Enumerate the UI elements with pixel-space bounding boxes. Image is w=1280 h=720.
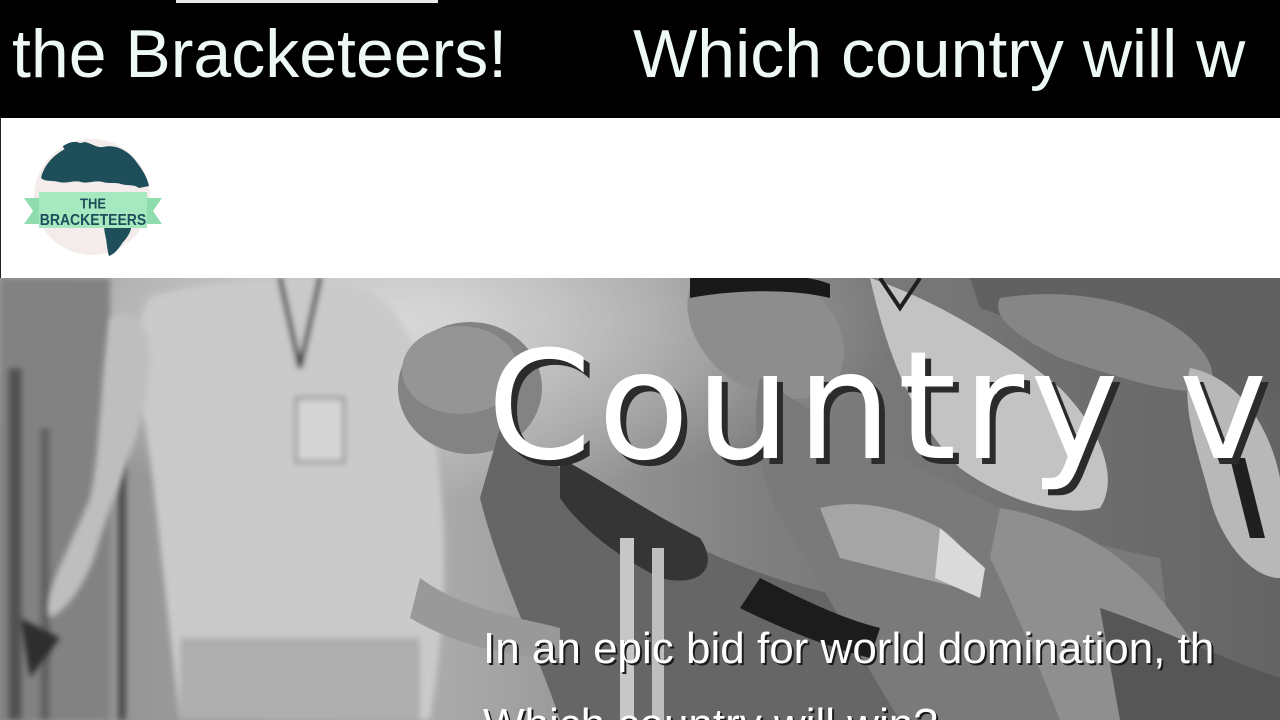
bracketeers-logo[interactable]: THE BRACKETEERS — [23, 138, 163, 258]
announcement-ticker: the Bracketeers! Which country will w — [0, 0, 1280, 118]
ticker-highlight-bar — [176, 0, 438, 3]
ticker-track: the Bracketeers! Which country will w — [12, 14, 1280, 94]
logo-text-line2: BRACKETEERS — [40, 212, 147, 229]
logo-text-line1: THE — [80, 196, 106, 212]
hero-section: Country v In an epic bid for world domin… — [0, 278, 1280, 720]
ticker-item: Which country will w — [633, 16, 1246, 92]
ticker-item: the Bracketeers! — [12, 16, 508, 92]
hero-title: Country v — [487, 320, 1274, 494]
hero-subtitle: In an epic bid for world domination, th — [483, 624, 1215, 673]
globe-land — [41, 142, 149, 188]
hero-subtitle-second: Which country will win? — [483, 698, 938, 720]
site-header: THE BRACKETEERS — [0, 118, 1280, 278]
page: the Bracketeers! Which country will w THE… — [0, 0, 1280, 720]
